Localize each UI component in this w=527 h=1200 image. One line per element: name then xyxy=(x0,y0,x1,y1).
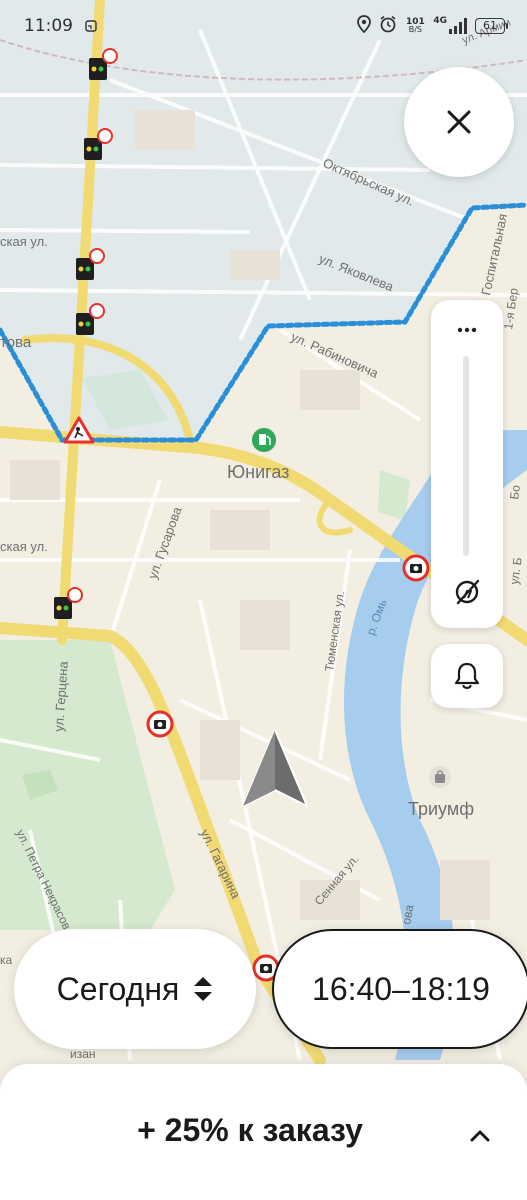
signal-icon xyxy=(449,18,467,34)
more-icon xyxy=(457,327,477,333)
status-bar: 11:09 101 B/S 4G 61 xyxy=(0,0,527,52)
day-picker-label: Сегодня xyxy=(56,970,180,1007)
poi-label-triumf: Триумф xyxy=(408,799,474,819)
time-range-label: 16:40–18:19 xyxy=(312,970,490,1007)
street-label-right-b2: Бо xyxy=(507,484,523,501)
bonus-title: + 25% к заказу xyxy=(137,1112,363,1148)
network-type: 4G xyxy=(433,16,467,34)
more-options-button[interactable] xyxy=(431,310,503,350)
status-time: 11:09 xyxy=(24,16,73,36)
notifications-button[interactable] xyxy=(431,644,503,708)
street-label-skaya-top: ская ул. xyxy=(0,234,48,249)
street-label-ka: ка xyxy=(0,953,13,967)
shopping-bag-icon[interactable] xyxy=(429,766,451,788)
bell-icon xyxy=(454,662,480,689)
time-range-picker[interactable]: 16:40–18:19 xyxy=(272,929,527,1049)
battery-indicator: 61 xyxy=(475,18,508,34)
network-type-label: 4G xyxy=(433,16,447,26)
street-label-skaya-mid: ская ул. xyxy=(0,539,48,554)
traffic-toggle-button[interactable] xyxy=(447,572,487,612)
poi-label-yunigaz: Юнигаз xyxy=(227,462,289,482)
map-controls-panel xyxy=(431,300,503,628)
bottom-sheet[interactable]: + 25% к заказу xyxy=(0,1064,527,1200)
expand-sheet-button[interactable] xyxy=(462,1118,498,1154)
notification-icon xyxy=(85,17,97,36)
zoom-slider[interactable] xyxy=(463,356,469,556)
network-speed: 101 B/S xyxy=(405,18,425,34)
network-speed-unit: B/S xyxy=(408,25,422,34)
close-button[interactable] xyxy=(404,67,514,177)
traffic-off-icon xyxy=(455,579,480,605)
day-picker[interactable]: Сегодня xyxy=(14,929,256,1049)
alarm-icon xyxy=(379,15,397,37)
location-icon xyxy=(357,15,372,37)
close-icon xyxy=(447,110,471,134)
street-label-tova: това xyxy=(0,334,32,351)
up-down-chevron-icon xyxy=(194,977,213,1001)
street-label-zan: изан xyxy=(70,1047,96,1061)
chevron-up-icon xyxy=(470,1130,490,1142)
gas-station-icon[interactable] xyxy=(252,428,276,452)
